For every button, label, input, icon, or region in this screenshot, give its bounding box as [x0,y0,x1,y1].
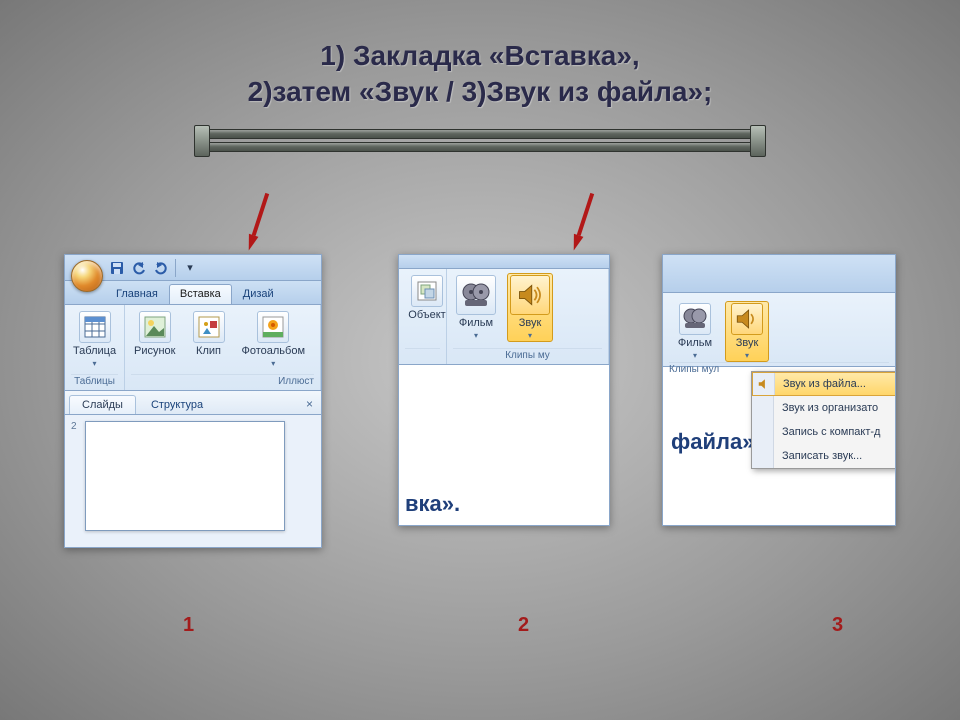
picture-icon [139,311,171,343]
title-line-2: 2)затем «Звук / 3)Звук из файла»; [0,74,960,110]
table-button[interactable]: Таблица ▾ [71,309,118,370]
screenshot-3: Фильм ▾ Звук ▾ Клипы мул Звук из файла..… [662,254,896,526]
slide-title: 1) Закладка «Вставка», 2)затем «Звук / 3… [0,0,960,111]
object-icon [411,275,443,307]
pane-slides[interactable]: Слайды [69,395,136,414]
undo-icon[interactable] [131,260,147,276]
ribbon: Таблица ▾ Таблицы Рисунок Клип [65,305,321,391]
photoalbum-button[interactable]: Фотоальбом ▾ [239,309,309,370]
object-button[interactable]: Объект [405,273,449,323]
doc-text-fragment: вка». [405,491,460,517]
movie-label: Фильм [459,317,493,329]
caption-3: 3 [832,614,843,637]
tab-insert[interactable]: Вставка [169,284,232,304]
tables-group-title: Таблицы [71,374,118,388]
movie-button-3[interactable]: Фильм ▾ [673,301,717,362]
movie-button[interactable]: Фильм ▾ [453,273,499,342]
picture-button[interactable]: Рисунок [131,309,179,370]
office-button[interactable] [71,260,103,292]
clip-label: Клип [196,345,221,357]
panes-tabs: Слайды Структура × [65,391,321,415]
ribbon-3: Фильм ▾ Звук ▾ Клипы мул [663,293,895,367]
save-icon[interactable] [109,260,125,276]
media-group-title: Клипы му [453,348,602,362]
menu-sound-from-file[interactable]: Звук из файла... [752,372,896,396]
table-icon [79,311,111,343]
redo-icon[interactable] [153,260,169,276]
sound-label: Звук [519,317,542,329]
movie-icon [456,275,496,315]
illustrations-group-title: Иллюст [131,374,314,388]
ornament-divider [200,129,760,157]
pane-outline[interactable]: Структура [138,395,216,414]
object-label: Объект [408,309,445,321]
menu-item-label: Звук из организато [782,402,878,414]
slide-thumbnail[interactable] [85,421,285,531]
slide-area-fragment: вка». [399,365,609,525]
clip-button[interactable]: Клип [187,309,231,370]
menu-sound-from-cd[interactable]: Запись с компакт-д [752,420,896,444]
sound-button[interactable]: Звук ▾ [507,273,553,342]
tab-home[interactable]: Главная [105,284,169,304]
arrow-2 [569,192,597,252]
screenshot-1: ▾ Главная Вставка Дизай Таблица ▾ Таблиц… [64,254,322,548]
slide-thumbnails: 2 [65,415,321,547]
ribbon-2: Объект Фильм ▾ Звук ▾ [399,269,609,365]
movie-label: Фильм [678,337,712,349]
speaker-small-icon [753,373,775,395]
sound-label: Звук [736,337,759,349]
picture-label: Рисунок [134,345,176,357]
photoalbum-label: Фотоальбом [242,345,306,357]
menu-item-label: Звук из файла... [783,378,866,390]
table-label: Таблица [73,345,116,357]
menu-item-label: Записать звук... [782,450,862,462]
caption-1: 1 [183,614,194,637]
menu-record-sound[interactable]: Записать звук... [752,444,896,468]
panes-close-icon[interactable]: × [306,397,313,414]
screenshot-2: Объект Фильм ▾ Звук ▾ [398,254,610,526]
menu-item-label: Запись с компакт-д [782,426,880,438]
photoalbum-icon [257,311,289,343]
movie-icon [679,303,711,335]
ribbon-tabs: Главная Вставка Дизай [65,281,321,305]
sound-menu-3: Звук из файла... Звук из организато Запи… [751,371,896,469]
speaker-icon [731,303,763,335]
clip-icon [193,311,225,343]
quick-access-toolbar: ▾ [65,255,321,281]
tab-design[interactable]: Дизай [232,284,285,304]
title-line-1: 1) Закладка «Вставка», [0,38,960,74]
qat-dropdown-icon[interactable]: ▾ [182,260,198,276]
caption-2: 2 [518,614,529,637]
sound-button-3[interactable]: Звук ▾ [725,301,769,362]
slide-number: 2 [71,421,77,432]
speaker-icon [510,275,550,315]
menu-sound-from-organizer[interactable]: Звук из организато [752,396,896,420]
arrow-1 [244,192,272,252]
